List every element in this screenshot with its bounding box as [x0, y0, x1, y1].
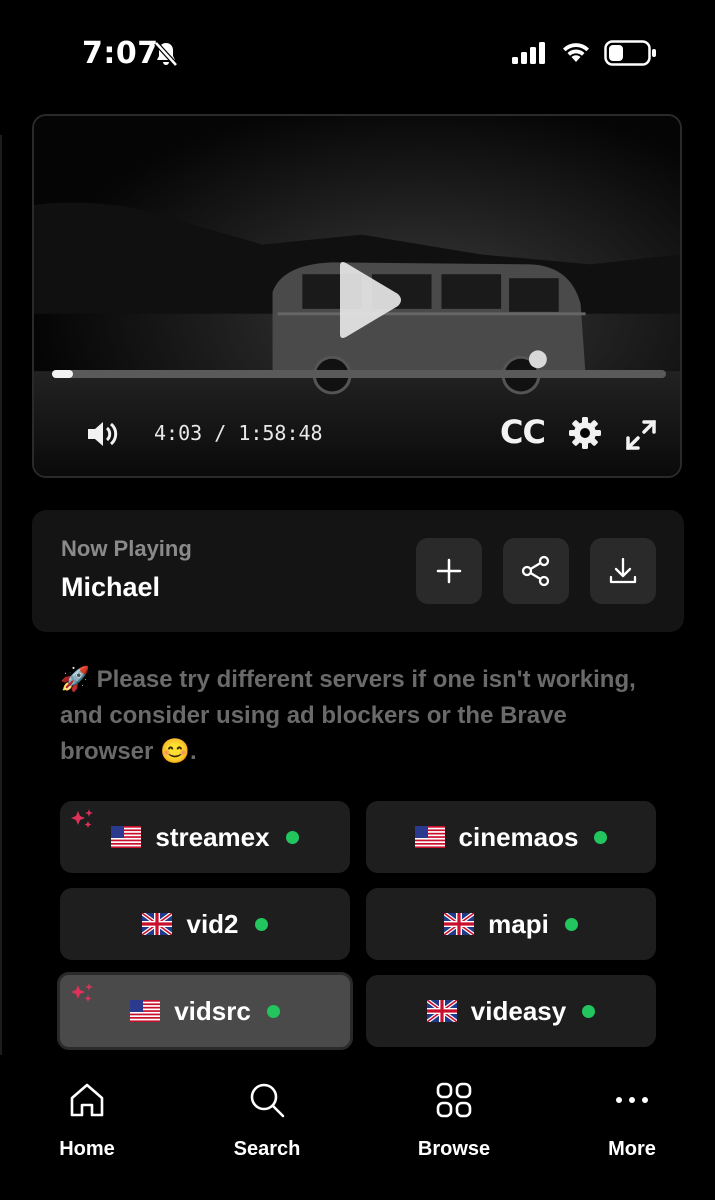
server-name: vid2 — [186, 908, 239, 939]
elapsed-time: 4:03 — [154, 421, 203, 445]
server-name: mapi — [488, 908, 549, 939]
uk-flag-icon — [142, 913, 173, 935]
uk-flag-icon — [426, 1000, 457, 1022]
tab-browse-label: Browse — [417, 1138, 491, 1160]
online-status-dot — [594, 830, 608, 844]
server-button-vidsrc[interactable]: vidsrc — [57, 972, 353, 1050]
server-button-mapi[interactable]: mapi — [366, 888, 656, 960]
left-edge-divider — [0, 135, 2, 1055]
online-status-dot — [254, 917, 268, 931]
tab-home[interactable]: Home — [22, 1078, 152, 1161]
flag-icon — [130, 1000, 161, 1022]
now-playing-card: Now Playing Michael — [32, 510, 684, 632]
total-duration: 1:58:48 — [238, 421, 323, 445]
wifi-icon — [563, 43, 589, 62]
online-status-dot — [266, 1004, 280, 1018]
online-status-dot — [582, 1004, 596, 1018]
status-bar: 7:07 — [0, 0, 715, 104]
tab-home-label: Home — [59, 1138, 115, 1160]
download-icon — [609, 557, 637, 584]
tab-search[interactable]: Search — [202, 1078, 332, 1161]
us-flag-icon — [414, 826, 445, 848]
server-button-videasy[interactable]: videasy — [366, 975, 656, 1047]
cellular-signal-icon — [512, 42, 545, 64]
online-status-dot — [564, 917, 578, 931]
seek-bar[interactable] — [52, 370, 666, 378]
captions-button[interactable]: CC — [500, 413, 546, 451]
server-notice: 🚀 Please try different servers if one is… — [60, 662, 660, 770]
server-button-cinemaos[interactable]: cinemaos — [366, 801, 656, 873]
server-name: videasy — [470, 995, 567, 1026]
rocket-emoji: 🚀 — [60, 666, 90, 693]
us-flag-icon — [130, 1000, 161, 1022]
sparkle-icon — [71, 983, 93, 1002]
fullscreen-icon[interactable] — [624, 418, 658, 452]
volume-icon[interactable] — [86, 420, 120, 448]
video-player[interactable]: 4:03 / 1:58:48 CC — [32, 114, 682, 478]
tab-more[interactable]: More — [567, 1078, 697, 1161]
battery-icon — [604, 40, 656, 66]
playback-time: 4:03 / 1:58:48 — [154, 421, 323, 445]
share-icon — [521, 555, 550, 587]
silent-bell-icon — [154, 41, 178, 67]
tab-browse[interactable]: Browse — [389, 1078, 519, 1161]
flag-icon — [414, 826, 445, 848]
bottom-tab-bar: Home Search Browse More — [0, 1060, 715, 1200]
flag-icon — [111, 826, 142, 848]
grid-icon — [436, 1082, 472, 1118]
server-button-vid2[interactable]: vid2 — [60, 888, 350, 960]
flag-icon — [444, 913, 475, 935]
tab-more-label: More — [608, 1138, 656, 1160]
server-button-streamex[interactable]: streamex — [60, 801, 350, 873]
flag-icon — [142, 913, 173, 935]
search-icon — [250, 1083, 285, 1118]
seek-bar-fill — [52, 370, 73, 378]
server-name: vidsrc — [174, 995, 251, 1026]
notice-end: . — [189, 738, 197, 765]
play-icon[interactable] — [334, 260, 404, 340]
online-status-dot — [285, 830, 299, 844]
download-button[interactable] — [590, 538, 656, 604]
smile-emoji: 😊 — [160, 738, 190, 765]
status-time: 7:07 — [82, 36, 159, 71]
home-icon — [70, 1083, 104, 1117]
now-playing-title: Michael — [61, 572, 161, 602]
gear-icon[interactable] — [568, 416, 602, 450]
plus-icon — [436, 558, 462, 584]
add-to-list-button[interactable] — [416, 538, 482, 604]
now-playing-label: Now Playing — [61, 536, 192, 561]
uk-flag-icon — [444, 913, 475, 935]
flag-icon — [426, 1000, 457, 1022]
server-name: streamex — [155, 821, 270, 852]
sparkle-icon — [71, 809, 93, 828]
time-separator: / — [214, 421, 227, 445]
server-name: cinemaos — [458, 821, 579, 852]
share-button[interactable] — [503, 538, 569, 604]
notice-text: Please try different servers if one isn'… — [60, 666, 636, 765]
tab-search-label: Search — [233, 1138, 301, 1160]
us-flag-icon — [111, 826, 142, 848]
more-icon — [616, 1097, 648, 1103]
